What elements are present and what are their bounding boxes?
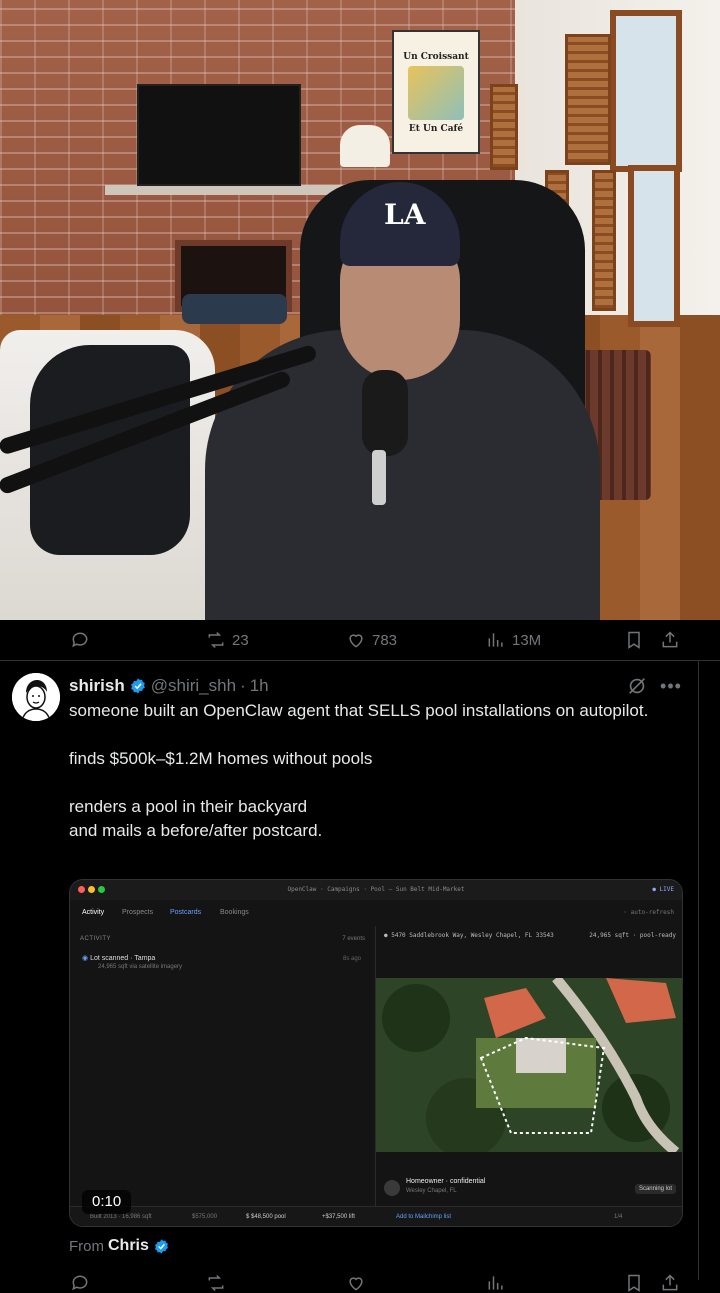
grok-icon[interactable] (626, 675, 648, 697)
activity-item-subtitle: 24,965 sqft via satellite imagery (98, 964, 183, 970)
verified-badge-icon (130, 678, 145, 694)
homeowner-label: Homeowner · confidential (406, 1178, 486, 1185)
auto-refresh-label: ◦ auto-refresh (623, 909, 674, 916)
hearth-cushion (182, 294, 287, 324)
poster-line1: Un Croissant (403, 52, 469, 62)
repost-icon[interactable] (206, 1273, 226, 1293)
footer-built: Built 2013 · 16,986 sqft (90, 1214, 152, 1220)
separator-dot: · (240, 676, 246, 695)
author-name[interactable]: shirish (69, 676, 125, 696)
tweet-line: and mails a before/after postcard. (69, 821, 323, 840)
heart-icon (349, 634, 363, 648)
tweet-time[interactable]: 1h (250, 676, 269, 696)
verified-badge-icon (154, 1238, 168, 1254)
live-indicator: ● LIVE (652, 886, 674, 893)
heart-icon[interactable] (346, 1273, 366, 1293)
wall-poster: Un Croissant Et Un Café (392, 30, 480, 154)
microphone (362, 370, 408, 456)
from-prefix: From (69, 1237, 104, 1255)
app-footer: Built 2013 · 16,986 sqft $575,000 $ $48,… (70, 1206, 682, 1226)
share-icon (662, 631, 678, 648)
tweet-line: finds $500k–$1.2M homes without pools (69, 749, 373, 768)
satellite-map-art (376, 978, 682, 1152)
video-action-bar: 23 783 13M (0, 620, 720, 661)
poster-line2: Et Un Café (408, 124, 464, 134)
avatar[interactable] (12, 673, 60, 721)
activity-pane: ACTIVITY 7 events ◉ Lot scanned · Tampa … (70, 926, 376, 1206)
share-button[interactable] (660, 620, 680, 660)
video-timestamp: 0:10 (82, 1190, 132, 1214)
tab-postcards[interactable]: Postcards (170, 909, 201, 916)
app-title: OpenClaw · Campaigns · Pool — Sun Belt M… (287, 886, 465, 893)
television (137, 84, 301, 186)
tweet-action-bar (0, 1267, 720, 1292)
bookmark-button[interactable] (624, 620, 644, 660)
reply-icon (72, 632, 88, 648)
bookmark-icon[interactable] (624, 1273, 644, 1293)
video-player[interactable]: Un Croissant Et Un Café LA (0, 0, 720, 620)
repost-count: 23 (232, 631, 249, 649)
homeowner-location: Wesley Chapel, FL (406, 1188, 457, 1194)
bookmark-icon (628, 631, 640, 649)
poster-art (408, 66, 464, 120)
footer-pool-cost: $ $48,500 pool (246, 1214, 286, 1220)
repost-button[interactable]: 23 (206, 620, 249, 660)
tweet[interactable]: shirish @shiri_shh · 1h ••• someone buil… (0, 661, 720, 1292)
app-titlebar: OpenClaw · Campaigns · Pool — Sun Belt M… (70, 880, 682, 900)
footer-page: 1/4 (614, 1214, 623, 1220)
window (628, 165, 680, 327)
share-icon[interactable] (660, 1273, 680, 1293)
app-tabs: Activity Prospects Postcards Bookings ◦ … (70, 902, 682, 924)
views-icon (488, 633, 503, 647)
like-count: 783 (372, 631, 398, 649)
from-attribution: From Chris (69, 1235, 170, 1257)
window (610, 10, 682, 172)
wall-lamp (340, 125, 390, 167)
tweet-header: shirish @shiri_shh · 1h (69, 675, 269, 697)
scanning-status: Scanning lot (634, 1184, 676, 1194)
more-icon[interactable]: ••• (660, 675, 682, 697)
timeline-border (698, 661, 699, 1280)
reply-button[interactable] (70, 620, 90, 660)
views-button[interactable]: 13M (486, 620, 541, 660)
views-icon[interactable] (486, 1273, 506, 1293)
footer-price: $575,000 (192, 1214, 218, 1220)
status-dot-icon: ◉ (82, 955, 91, 962)
window-shutter (592, 170, 616, 311)
tab-prospects[interactable]: Prospects (122, 909, 153, 916)
repost-icon (208, 631, 224, 649)
embedded-video[interactable]: OpenClaw · Campaigns · Pool — Sun Belt M… (69, 879, 683, 1227)
reply-icon[interactable] (70, 1273, 90, 1293)
property-address: ● 5470 Saddlebrook Way, Wesley Chapel, F… (384, 932, 554, 939)
satellite-image (376, 978, 682, 1152)
footer-action[interactable]: Add to Mailchimp list (396, 1214, 451, 1220)
tweet-text: someone built an OpenClaw agent that SEL… (69, 699, 689, 843)
property-pane: ● 5470 Saddlebrook Way, Wesley Chapel, F… (376, 926, 682, 1206)
microphone-tip (372, 450, 386, 505)
author-handle[interactable]: @shiri_shh (151, 676, 236, 696)
activity-item-title: ◉ Lot scanned · Tampa (82, 955, 156, 962)
from-name[interactable]: Chris (108, 1237, 149, 1255)
view-count: 13M (512, 631, 542, 649)
activity-label: ACTIVITY (80, 936, 112, 942)
homeowner-avatar (384, 1180, 400, 1196)
tweet-line: someone built an OpenClaw agent that SEL… (69, 701, 649, 720)
event-count: 7 events (342, 936, 365, 942)
like-button[interactable]: 783 (346, 620, 397, 660)
property-sqft: 24,965 sqft · pool-ready (589, 932, 676, 939)
tweet-line: renders a pool in their backyard (69, 797, 308, 816)
avatar-illustration-icon (12, 673, 60, 721)
cap-logo: LA (384, 198, 426, 231)
tab-bookings[interactable]: Bookings (220, 909, 249, 916)
mantel (105, 185, 345, 195)
window-shutter (490, 84, 518, 170)
footer-lift: +$37,500 lift (322, 1214, 355, 1220)
tab-activity[interactable]: Activity (82, 909, 104, 916)
window-shutter (565, 34, 611, 165)
activity-item-time: 8s ago (342, 956, 361, 962)
